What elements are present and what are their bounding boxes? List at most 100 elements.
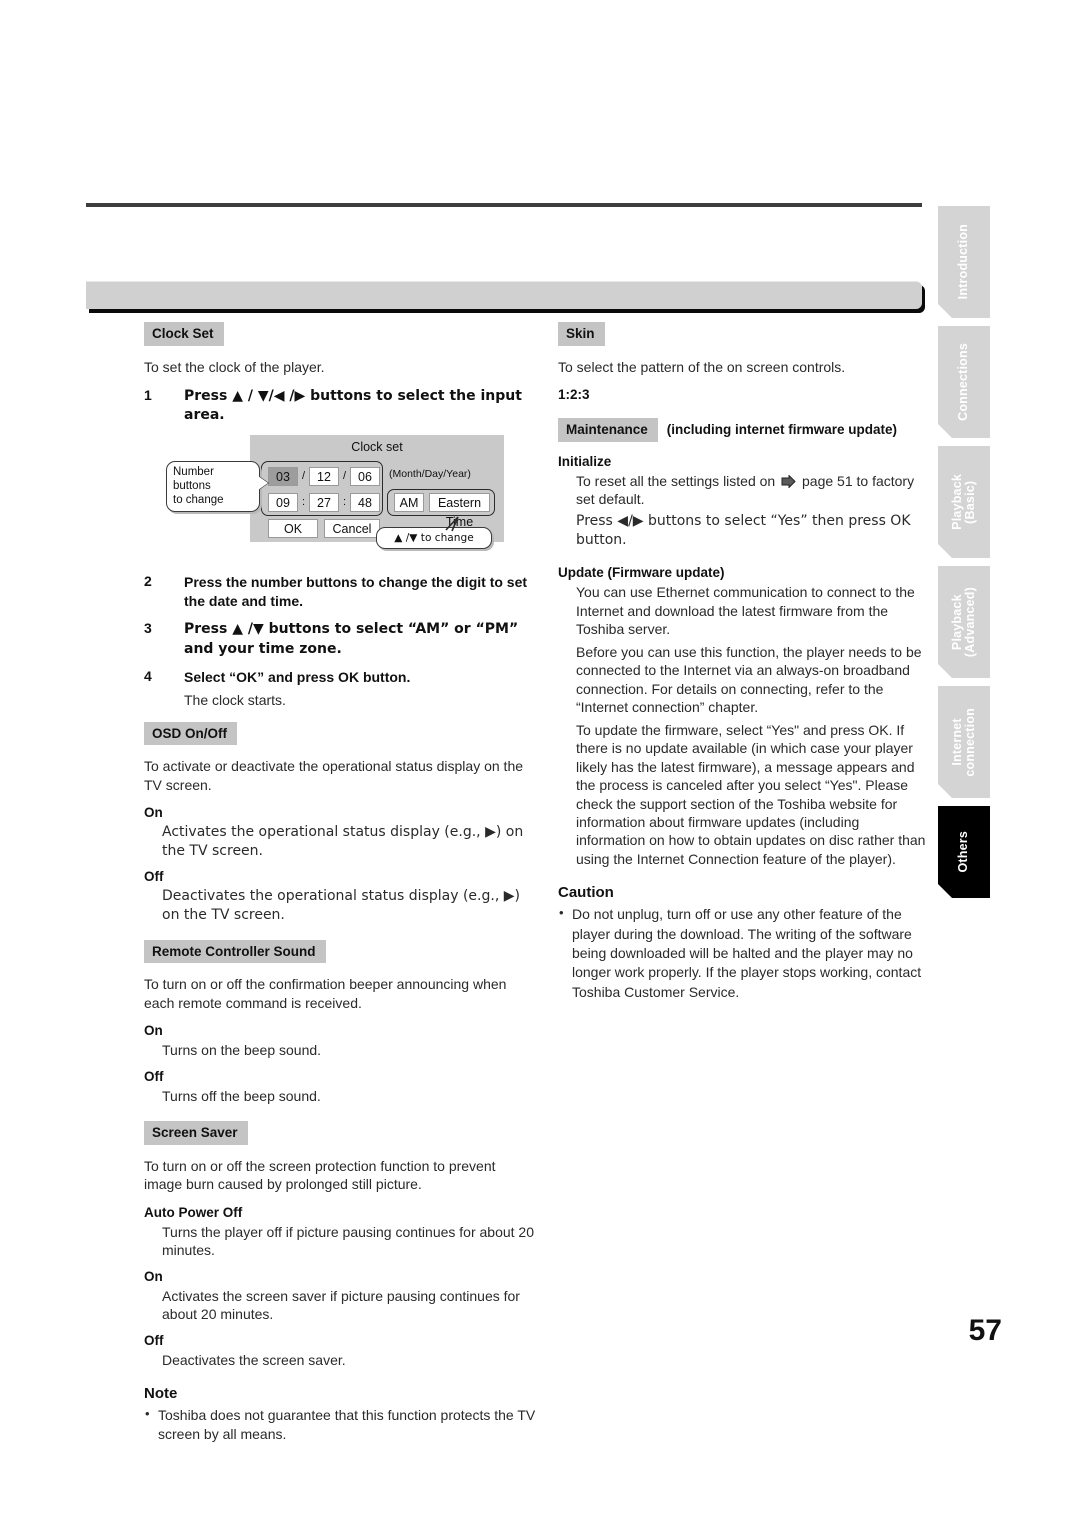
header-rule: [86, 203, 922, 207]
chip-label: Clock Set: [144, 322, 224, 346]
step-number: 3: [144, 620, 152, 637]
step-number: 1: [144, 386, 152, 403]
step-4: 4 Select “OK” and press OK button.: [144, 668, 536, 687]
hour-field[interactable]: 09: [268, 492, 298, 512]
header-gray-bar: [86, 281, 922, 309]
side-tab-label: Introduction: [956, 224, 971, 300]
ok-button[interactable]: OK: [268, 518, 318, 538]
clock-set-figure-title: Clock set: [351, 439, 403, 454]
ampm-field[interactable]: AM: [394, 492, 424, 512]
callout-number-buttons: Number buttons to change: [166, 460, 268, 512]
remote-sound-option-on-text: Turns on the beep sound.: [162, 1042, 322, 1059]
update-paragraph-1: You can use Ethernet communication to co…: [576, 584, 915, 638]
screen-saver-option-auto-power-off-label: Auto Power Off: [144, 1204, 243, 1220]
callout-tail-icon: [258, 475, 268, 490]
timezone-field[interactable]: Eastern Time: [429, 492, 490, 529]
chip-label: Skin: [558, 322, 605, 346]
right-column: Skin To select the pattern of the on scr…: [558, 322, 930, 1004]
clock-set-intro: To set the clock of the player.: [144, 358, 325, 375]
side-tab-introduction[interactable]: Introduction: [938, 206, 990, 318]
initialize-press-line: Press ◀/▶ buttons to select “Yes” then p…: [576, 513, 911, 548]
chip-label: Maintenance: [558, 417, 658, 442]
screen-saver-option-off-text: Deactivates the screen saver.: [162, 1351, 346, 1368]
osd-option-on-label: On: [144, 805, 163, 821]
callout-updown-text: ▲ /▼ to change: [394, 531, 474, 544]
month-field[interactable]: 03: [268, 466, 298, 486]
caution-bullet-list: Do not unplug, turn off or use any other…: [558, 904, 930, 1002]
update-paragraph-2: Before you can use this function, the pl…: [576, 643, 922, 716]
note-title: Note: [144, 1385, 178, 1403]
time-separator-1: :: [301, 495, 306, 508]
screen-saver-option-on-text: Activates the screen saver if picture pa…: [162, 1287, 520, 1323]
date-separator-2: /: [342, 469, 347, 482]
side-tab-label: Internet connection: [949, 707, 977, 777]
note-bullet-list: Toshiba does not guarantee that this fun…: [144, 1405, 536, 1445]
side-tab-playback-basic[interactable]: Playback (Basic): [938, 446, 990, 558]
remote-sound-option-off-text: Turns off the beep sound.: [162, 1087, 321, 1104]
maintenance-heading-suffix: (including internet firmware update): [666, 421, 898, 437]
osd-option-on-text: Activates the operational status display…: [162, 824, 524, 859]
second-field[interactable]: 48: [350, 492, 380, 512]
step-2: 2 Press the number buttons to change the…: [144, 573, 536, 612]
screen-saver-option-auto-power-off-text: Turns the player off if picture pausing …: [162, 1223, 535, 1259]
section-heading-remote-sound: Remote Controller Sound: [144, 939, 536, 964]
side-tab-strip: Introduction Connections Playback (Basic…: [938, 206, 990, 906]
section-heading-clock-set: Clock Set: [144, 322, 536, 346]
skin-intro: To select the pattern of the on screen c…: [558, 358, 846, 375]
step-3: 3 Press ▲ /▼ buttons to select “AM” or “…: [144, 620, 536, 659]
chip-label: Remote Controller Sound: [144, 939, 326, 964]
initialize-title: Initialize: [558, 453, 612, 469]
callout-number-buttons-text: Number buttons to change: [173, 465, 224, 507]
date-format-label: (Month/Day/Year): [389, 467, 471, 480]
year-field[interactable]: 06: [350, 466, 380, 486]
osd-intro: To activate or deactivate the operationa…: [144, 758, 524, 793]
chip-label: OSD On/Off: [144, 721, 237, 746]
page-number: 57: [968, 1314, 1002, 1347]
screen-saver-option-on-label: On: [144, 1268, 163, 1284]
side-tab-connections[interactable]: Connections: [938, 326, 990, 438]
date-separator-1: /: [301, 469, 306, 482]
side-tab-playback-advanced[interactable]: Playback (Advanced): [938, 566, 990, 678]
side-tab-label: Playback (Advanced): [949, 586, 977, 658]
step-number: 4: [144, 667, 152, 684]
step-1: 1 Press ▲ / ▼/◀ /▶ buttons to select the…: [144, 387, 536, 426]
time-separator-2: :: [342, 495, 347, 508]
caution-title: Caution: [558, 884, 614, 902]
side-tab-label: Playback (Basic): [949, 474, 977, 530]
side-tab-label: Others: [956, 831, 971, 873]
step-number: 2: [144, 572, 152, 589]
callout-updown-change: ▲ /▼ to change: [376, 526, 492, 549]
update-paragraph-3: To update the firmware, select “Yes" and…: [576, 721, 926, 867]
cancel-button[interactable]: Cancel: [324, 518, 380, 538]
step-text: Press ▲ /▼ buttons to select “AM” or “PM…: [184, 621, 519, 657]
chip-label: Screen Saver: [144, 1121, 248, 1145]
osd-option-off-text: Deactivates the operational status displ…: [162, 888, 520, 923]
section-heading-screen-saver: Screen Saver: [144, 1121, 536, 1145]
side-tab-others[interactable]: Others: [938, 806, 990, 898]
initialize-text-before: To reset all the settings listed on: [576, 472, 776, 489]
remote-sound-option-on-label: On: [144, 1023, 163, 1039]
minute-field[interactable]: 27: [309, 492, 339, 512]
side-tab-label: Connections: [956, 343, 971, 421]
caution-bullet: Do not unplug, turn off or use any other…: [558, 904, 930, 1002]
day-field[interactable]: 12: [309, 466, 339, 486]
remote-sound-option-off-label: Off: [144, 1068, 164, 1084]
section-heading-osd: OSD On/Off: [144, 721, 536, 746]
section-heading-maintenance: Maintenance (including internet firmware …: [558, 417, 930, 442]
remote-sound-intro: To turn on or off the confirmation beepe…: [144, 976, 507, 1011]
manual-page: Clock Set To set the clock of the player…: [0, 0, 1080, 1528]
section-heading-skin: Skin: [558, 322, 930, 346]
page-reference-arrow-icon: [781, 474, 796, 488]
side-tab-internet-connection[interactable]: Internet connection: [938, 686, 990, 798]
update-title: Update (Firmware update): [558, 565, 725, 581]
screen-saver-intro: To turn on or off the screen protection …: [144, 1157, 496, 1193]
clock-set-figure: Clock set 03 / 12 / 06 (Month/Day/Year) …: [144, 434, 536, 557]
screen-saver-option-off-label: Off: [144, 1332, 164, 1348]
step-text: Press the number buttons to change the d…: [184, 573, 528, 609]
step-text: Press ▲ / ▼/◀ /▶ buttons to select the i…: [184, 387, 522, 424]
step-text: Select “OK” and press OK button.: [184, 668, 411, 685]
skin-option-123: 1:2:3: [558, 386, 590, 402]
initialize-text: To reset all the settings listed on page…: [576, 472, 930, 509]
osd-option-off-label: Off: [144, 869, 164, 885]
left-column: Clock Set To set the clock of the player…: [144, 322, 536, 1447]
